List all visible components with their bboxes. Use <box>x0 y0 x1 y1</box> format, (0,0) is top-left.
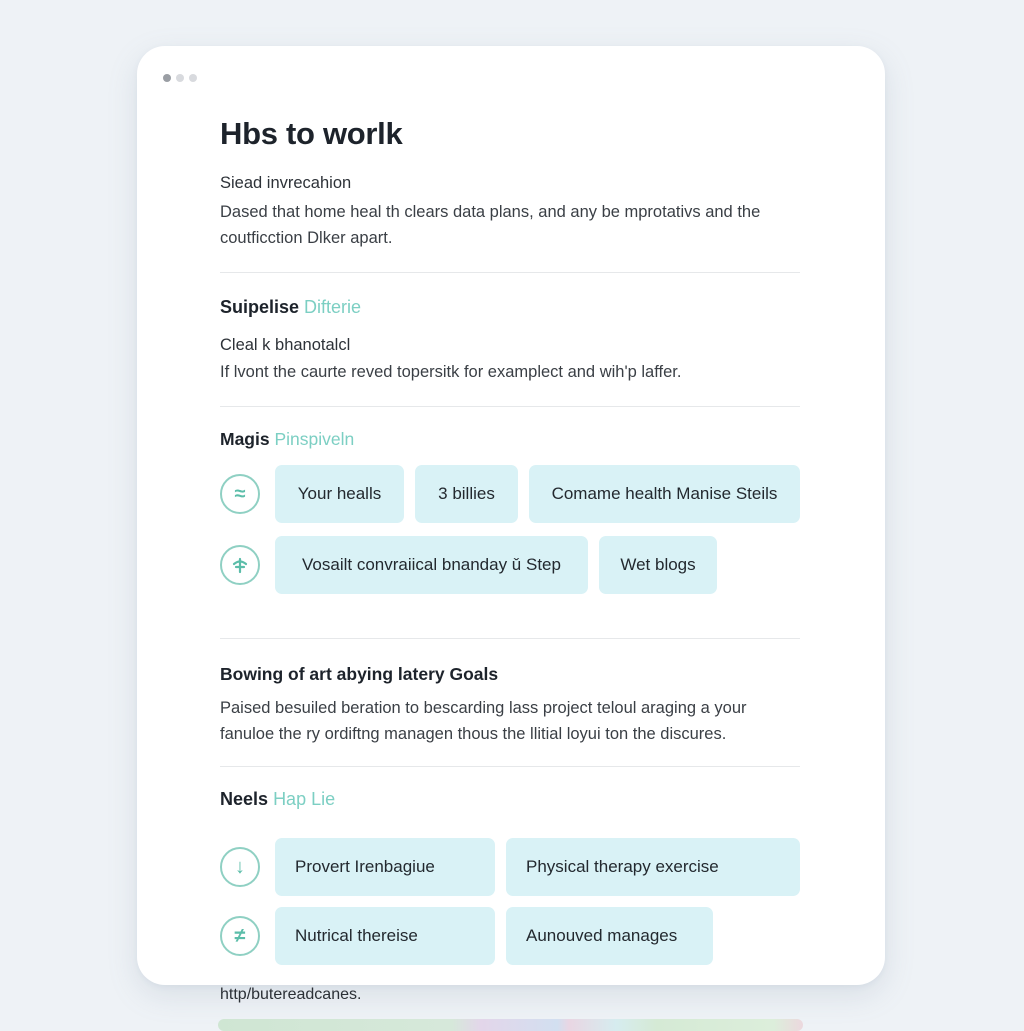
heading-main: Suipelise <box>220 297 300 317</box>
section-heading: Bowing of art abying latery Goals <box>220 664 499 684</box>
divider <box>220 406 800 407</box>
heading-accent: Pinspiveln <box>274 429 355 449</box>
not-equal-icon[interactable]: ≠ <box>220 916 260 956</box>
chip-button[interactable]: Provert Irenbagiue <box>275 838 495 896</box>
header-paragraph: Dased that home heal th clears data plan… <box>220 199 760 251</box>
chip-button[interactable]: Nutrical thereise <box>275 907 495 965</box>
section-paragraph-line: Paised besuiled beration to bescarding l… <box>220 699 747 717</box>
section-paragraph: Paised besuiled beration to bescarding l… <box>220 695 747 747</box>
chip-row: ≈ Your healls 3 billies Comame health Ma… <box>220 465 800 523</box>
heading-main: Neels <box>220 789 269 809</box>
chip-row: ≠ Nutrical thereise Aunouved manages <box>220 907 724 965</box>
chip-button[interactable]: 3 billies <box>415 465 518 523</box>
section-heading: Neels Hap Lie <box>220 789 335 810</box>
chip-button[interactable]: Aunouved manages <box>506 907 713 965</box>
chip-button[interactable]: Comame health Manise Steils <box>529 465 800 523</box>
plant-icon[interactable] <box>220 545 260 585</box>
heading-accent: Difterie <box>304 297 362 317</box>
header-paragraph-line: Dased that home heal th clears data plan… <box>220 203 761 221</box>
main-card: Hbs to worlk Siead invrecahion Dased tha… <box>137 46 885 985</box>
swap-arrow-icon[interactable]: ≈ <box>220 474 260 514</box>
heading-accent: Hap Lie <box>273 789 336 809</box>
section-paragraph-line: fanuloe the ry ordiftng managen thous th… <box>220 725 727 743</box>
down-arrow-icon[interactable]: ↓ <box>220 847 260 887</box>
section-paragraph: If lvont the caurte reved topersitk for … <box>220 363 682 381</box>
section-subtitle: Cleal k bhanotalcl <box>220 336 351 354</box>
divider <box>220 638 800 639</box>
chip-button[interactable]: Vosailt convraiical bnanday ǔ Step <box>275 536 588 594</box>
plant-icon-glyph <box>232 557 248 574</box>
window-dot-icon[interactable] <box>176 74 184 82</box>
heading-main: Magis <box>220 429 270 449</box>
divider <box>220 272 800 273</box>
header-subtitle: Siead invrecahion <box>220 174 352 192</box>
window-dot-icon[interactable] <box>163 74 171 82</box>
chip-button[interactable]: Physical therapy exercise <box>506 838 800 896</box>
chip-button[interactable]: Wet blogs <box>599 536 717 594</box>
divider <box>220 766 800 767</box>
chip-button[interactable]: Your healls <box>275 465 404 523</box>
header-paragraph-line: coutficction Dlker apart. <box>220 229 393 247</box>
section-heading: Suipelise Difterie <box>220 297 361 318</box>
footer-link[interactable]: http/butereadcanes. <box>220 986 361 1004</box>
window-dot-icon[interactable] <box>189 74 197 82</box>
page-title: Hbs to worlk <box>220 116 403 151</box>
chip-row: Vosailt convraiical bnanday ǔ Step Wet b… <box>220 536 728 594</box>
chip-row: ↓ Provert Irenbagiue Physical therapy ex… <box>220 838 800 896</box>
window-controls <box>163 74 197 82</box>
bottom-strip <box>218 1019 803 1031</box>
section-heading: Magis Pinspiveln <box>220 429 354 450</box>
